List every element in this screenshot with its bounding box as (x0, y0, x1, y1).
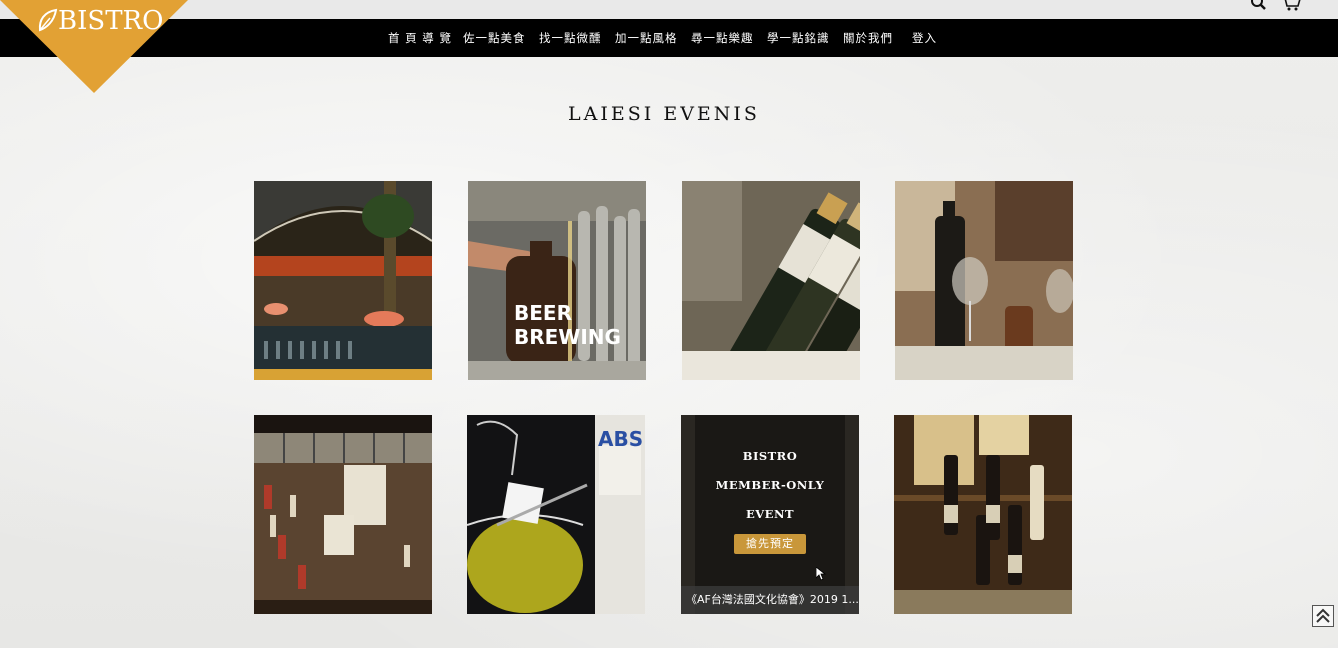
event-tile-japanese-shop[interactable] (254, 415, 432, 614)
nav-item-food[interactable]: 佐一點美食 (463, 30, 539, 46)
wine-bar-shelf-photo (894, 415, 1072, 614)
nav-item-login[interactable]: 登入 (912, 30, 937, 46)
beer-tap-photo (468, 181, 646, 380)
event-tile-wine-bar[interactable] (894, 415, 1072, 614)
nav-item-learn[interactable]: 學一點銘識 (767, 30, 843, 46)
wine-bottles-photo (682, 181, 860, 380)
logo-text[interactable]: BISTRO (58, 6, 163, 36)
cart-icon[interactable] (1281, 0, 1303, 11)
mouse-cursor-icon (816, 567, 826, 581)
main-nav: 首 頁 導 覽 佐一點美食 找一點微醺 加一點風格 尋一點樂趣 學一點銘識 關於… (388, 19, 937, 57)
event-tile-absinthe[interactable]: ABS (467, 415, 645, 614)
event-caption: 《AF台灣法國文化協會》2019 1... (681, 586, 859, 614)
wine-glasses-table-photo (895, 181, 1073, 380)
logo-leaf-icon (38, 8, 58, 32)
reserve-button[interactable]: 搶先預定 (734, 534, 806, 554)
restaurant-interior-photo (254, 181, 432, 380)
event-tile-wine-bottles[interactable] (682, 181, 860, 380)
nav-item-home[interactable]: 首 頁 導 覽 (388, 30, 463, 46)
top-strip (0, 0, 1338, 19)
nav-item-about[interactable]: 關於我們 (843, 30, 912, 46)
event-tile-member-event[interactable]: BISTRO MEMBER-ONLY EVENT 搶先預定 《AF台灣法國文化協… (681, 415, 859, 614)
double-chevron-up-icon (1316, 608, 1330, 623)
event-tile-beer-tap[interactable]: BEER BREWING (468, 181, 646, 380)
absinthe-bottle-label: ABS (598, 427, 644, 451)
scroll-to-top-button[interactable] (1312, 605, 1334, 627)
member-event-line-1: BISTRO (742, 449, 798, 463)
event-tile-wine-glasses[interactable] (895, 181, 1073, 380)
beer-bottle-label: BEER BREWING (514, 301, 621, 349)
nav-item-style[interactable]: 加一點風格 (615, 30, 691, 46)
section-title: LAIESI EVENIS (568, 103, 760, 125)
event-tile-restaurant-interior[interactable] (254, 181, 432, 380)
member-event-line-3: EVENT (745, 507, 795, 521)
nav-item-fun[interactable]: 尋一點樂趣 (691, 30, 767, 46)
japanese-shop-photo (254, 415, 432, 614)
page-background (0, 0, 1338, 648)
search-icon[interactable] (1250, 0, 1268, 11)
nav-item-drinks[interactable]: 找一點微醺 (539, 30, 615, 46)
member-event-line-2: MEMBER-ONLY (715, 478, 825, 492)
